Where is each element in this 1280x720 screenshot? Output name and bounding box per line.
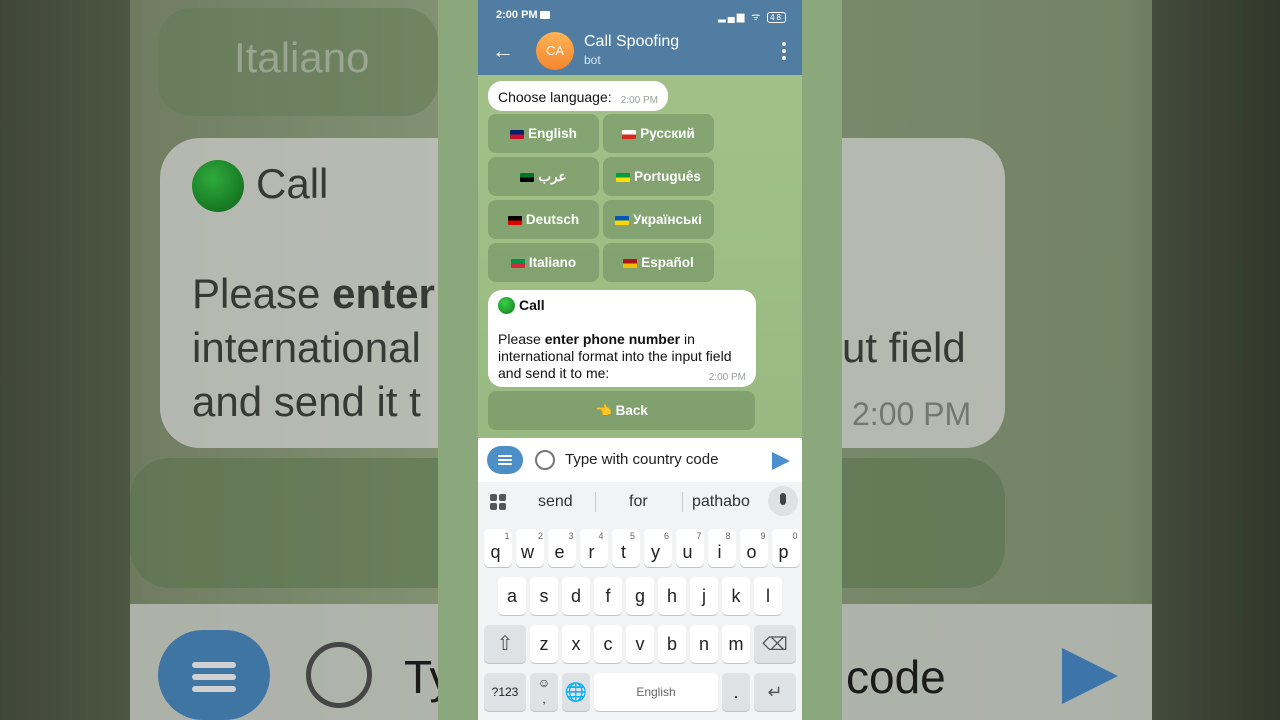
on-screen-keyboard: send for pathabo q1 w2 e3 r4 t5 y6 u7 i8 o9 p0 a s d… (478, 482, 802, 720)
language-button-label: Español (641, 255, 694, 270)
key-p[interactable]: p0 (772, 529, 800, 567)
key-z[interactable]: z (530, 625, 558, 663)
space-key[interactable]: English (594, 673, 718, 711)
avatar[interactable]: CA (536, 32, 574, 70)
language-button[interactable]: Italiano (488, 243, 599, 282)
key-e[interactable]: e3 (548, 529, 576, 567)
flag-icon (510, 259, 525, 268)
message-input-bar: Type with country code (478, 438, 802, 482)
flag-icon (615, 216, 630, 225)
chat-subtitle: bot (584, 53, 601, 67)
emoji-icon[interactable] (535, 450, 555, 470)
language-button-label: Português (634, 169, 701, 184)
message-input[interactable]: Type with country code (565, 451, 718, 468)
back-button[interactable]: 👈 Back (488, 391, 755, 430)
language-button[interactable]: Português (603, 157, 714, 196)
symbols-key[interactable]: ?123 (484, 673, 526, 711)
message-time: 2:00 PM (620, 95, 658, 106)
language-button-label: Deutsch (525, 212, 580, 227)
shift-key-icon[interactable]: ⇧ (484, 625, 526, 663)
suggestion-1[interactable]: send (538, 493, 573, 511)
language-message: Choose language: 2:00 PM (488, 81, 668, 111)
battery-icon: 48 (767, 12, 786, 23)
language-button-label: English (528, 126, 577, 141)
apps-grid-icon[interactable] (490, 494, 506, 510)
key-t[interactable]: t5 (612, 529, 640, 567)
chat-title[interactable]: Call Spoofing (584, 33, 679, 51)
key-a[interactable]: a (498, 577, 526, 615)
language-button-label: عرب (538, 169, 567, 184)
message-time: 2:00 PM (708, 372, 746, 383)
key-v[interactable]: v (626, 625, 654, 663)
status-bar: 2:00 PM ▂▄▆ ᯤ 48 (478, 0, 802, 30)
flag-icon (520, 173, 535, 182)
message-heading: Call (519, 297, 545, 313)
key-r[interactable]: r4 (580, 529, 608, 567)
language-button-label: Українські (633, 212, 702, 227)
back-arrow-icon[interactable]: ← (492, 38, 514, 64)
key-k[interactable]: k (722, 577, 750, 615)
microphone-icon[interactable] (768, 486, 798, 516)
period-key[interactable]: . (722, 673, 750, 711)
status-time: 2:00 PM (496, 9, 538, 21)
flag-icon (623, 259, 638, 268)
flag-icon (510, 130, 525, 139)
enter-key-icon[interactable]: ↵ (754, 673, 796, 711)
suggestion-3[interactable]: pathabo (692, 493, 750, 511)
key-o[interactable]: o9 (740, 529, 768, 567)
backspace-key-icon[interactable]: ⌫ (754, 625, 796, 663)
message-text: Choose language: (498, 89, 612, 105)
language-button[interactable]: Українські (603, 200, 714, 239)
globe-key-icon[interactable]: 🌐 (562, 673, 590, 711)
key-c[interactable]: c (594, 625, 622, 663)
key-q[interactable]: q1 (484, 529, 512, 567)
key-n[interactable]: n (690, 625, 718, 663)
key-j[interactable]: j (690, 577, 718, 615)
key-h[interactable]: h (658, 577, 686, 615)
key-s[interactable]: s (530, 577, 558, 615)
status-icons: ▂▄▆ ᯤ 48 (718, 9, 786, 23)
language-button[interactable]: عرب (488, 157, 599, 196)
key-b[interactable]: b (658, 625, 686, 663)
green-circle-icon (498, 297, 515, 314)
language-button-label: Русский (640, 126, 695, 141)
key-f[interactable]: f (594, 577, 622, 615)
language-button[interactable]: English (488, 114, 599, 153)
key-m[interactable]: m (722, 625, 750, 663)
chat-header: ← CA Call Spoofing bot (478, 30, 802, 75)
key-i[interactable]: i8 (708, 529, 736, 567)
language-button[interactable]: Deutsch (488, 200, 599, 239)
key-g[interactable]: g (626, 577, 654, 615)
flag-icon (616, 173, 631, 182)
language-button[interactable]: Русский (603, 114, 714, 153)
language-button-label: Italiano (528, 255, 577, 270)
camera-icon (540, 11, 550, 19)
key-y[interactable]: y6 (644, 529, 672, 567)
emoji-comma-key[interactable]: ☺, (530, 673, 558, 711)
bot-menu-icon[interactable] (487, 446, 523, 474)
suggestion-2[interactable]: for (629, 493, 648, 511)
key-d[interactable]: d (562, 577, 590, 615)
language-button[interactable]: Español (603, 243, 714, 282)
call-message: Call Please enter phone number in intern… (488, 290, 756, 387)
key-x[interactable]: x (562, 625, 590, 663)
send-icon[interactable] (772, 452, 790, 470)
key-u[interactable]: u7 (676, 529, 704, 567)
flag-icon (507, 216, 522, 225)
key-w[interactable]: w2 (516, 529, 544, 567)
key-l[interactable]: l (754, 577, 782, 615)
suggestion-strip: send for pathabo (478, 482, 802, 520)
flag-icon (622, 130, 637, 139)
more-options-icon[interactable] (782, 42, 786, 63)
